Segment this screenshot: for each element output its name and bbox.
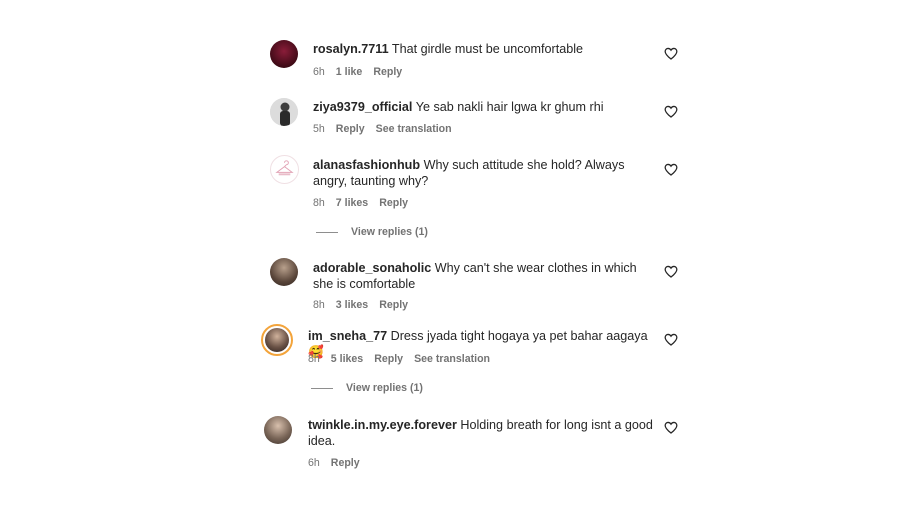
avatar[interactable] [270, 155, 299, 184]
divider-line [316, 231, 338, 233]
view-replies-button[interactable]: View replies (1) [311, 382, 423, 394]
see-translation-button[interactable]: See translation [376, 122, 452, 136]
reply-button[interactable]: Reply [379, 196, 408, 210]
reply-button[interactable]: Reply [379, 298, 408, 312]
comment-username[interactable]: ziya9379_official [313, 100, 412, 114]
comment-likes[interactable]: 5 likes [331, 352, 363, 366]
comment-meta: 8h 5 likes Reply See translation [308, 352, 490, 366]
comment-meta: 8h 7 likes Reply [313, 196, 408, 210]
comment-body: rosalyn.7711 That girdle must be uncomfo… [313, 41, 653, 57]
avatar-with-story-ring[interactable] [261, 324, 293, 356]
comment-meta: 6h Reply [308, 456, 360, 470]
comment-text: That girdle must be uncomfortable [391, 42, 584, 56]
comment-likes[interactable]: 1 like [336, 65, 363, 79]
heart-icon[interactable] [664, 421, 678, 434]
avatar[interactable] [270, 98, 298, 126]
view-replies-button[interactable]: View replies (1) [316, 226, 428, 238]
comment-time[interactable]: 8h [313, 196, 325, 210]
comment-text: Ye sab nakli hair lgwa kr ghum rhi [415, 100, 604, 114]
avatar[interactable] [264, 416, 292, 444]
comment-time[interactable]: 6h [308, 456, 320, 470]
comment-meta: 6h 1 like Reply [313, 65, 402, 79]
reply-button[interactable]: Reply [374, 352, 403, 366]
divider-line [311, 387, 333, 389]
comment-likes[interactable]: 3 likes [336, 298, 368, 312]
reply-button[interactable]: Reply [331, 456, 360, 470]
heart-icon[interactable] [664, 105, 678, 118]
avatar[interactable] [270, 258, 298, 286]
comment-username[interactable]: twinkle.in.my.eye.forever [308, 418, 457, 432]
comment-username[interactable]: adorable_sonaholic [313, 261, 431, 275]
view-replies-label: View replies (1) [346, 382, 423, 394]
avatar[interactable] [270, 40, 298, 68]
comment-body: alanasfashionhub Why such attitude she h… [313, 157, 653, 189]
comment-time[interactable]: 8h [308, 352, 320, 366]
heart-icon[interactable] [664, 333, 678, 346]
comment-time[interactable]: 5h [313, 122, 325, 136]
comment-body: twinkle.in.my.eye.forever Holding breath… [308, 417, 653, 449]
view-replies-label: View replies (1) [351, 226, 428, 238]
comment-likes[interactable]: 7 likes [336, 196, 368, 210]
comment-body: adorable_sonaholic Why can't she wear cl… [313, 260, 653, 292]
comment-body: ziya9379_official Ye sab nakli hair lgwa… [313, 99, 653, 115]
heart-icon[interactable] [664, 163, 678, 176]
comment-time[interactable]: 8h [313, 298, 325, 312]
heart-icon[interactable] [664, 265, 678, 278]
hanger-logo-icon [275, 160, 294, 176]
comment-meta: 8h 3 likes Reply [313, 298, 408, 312]
comment-meta: 5h Reply See translation [313, 122, 452, 136]
comment-time[interactable]: 6h [313, 65, 325, 79]
avatar-image [265, 328, 289, 352]
reply-button[interactable]: Reply [373, 65, 402, 79]
avatar-image [270, 98, 298, 126]
heart-icon[interactable] [664, 47, 678, 60]
comment-username[interactable]: rosalyn.7711 [313, 42, 389, 56]
comment-username[interactable]: alanasfashionhub [313, 158, 420, 172]
comment-username[interactable]: im_sneha_77 [308, 329, 387, 343]
reply-button[interactable]: Reply [336, 122, 365, 136]
see-translation-button[interactable]: See translation [414, 352, 490, 366]
